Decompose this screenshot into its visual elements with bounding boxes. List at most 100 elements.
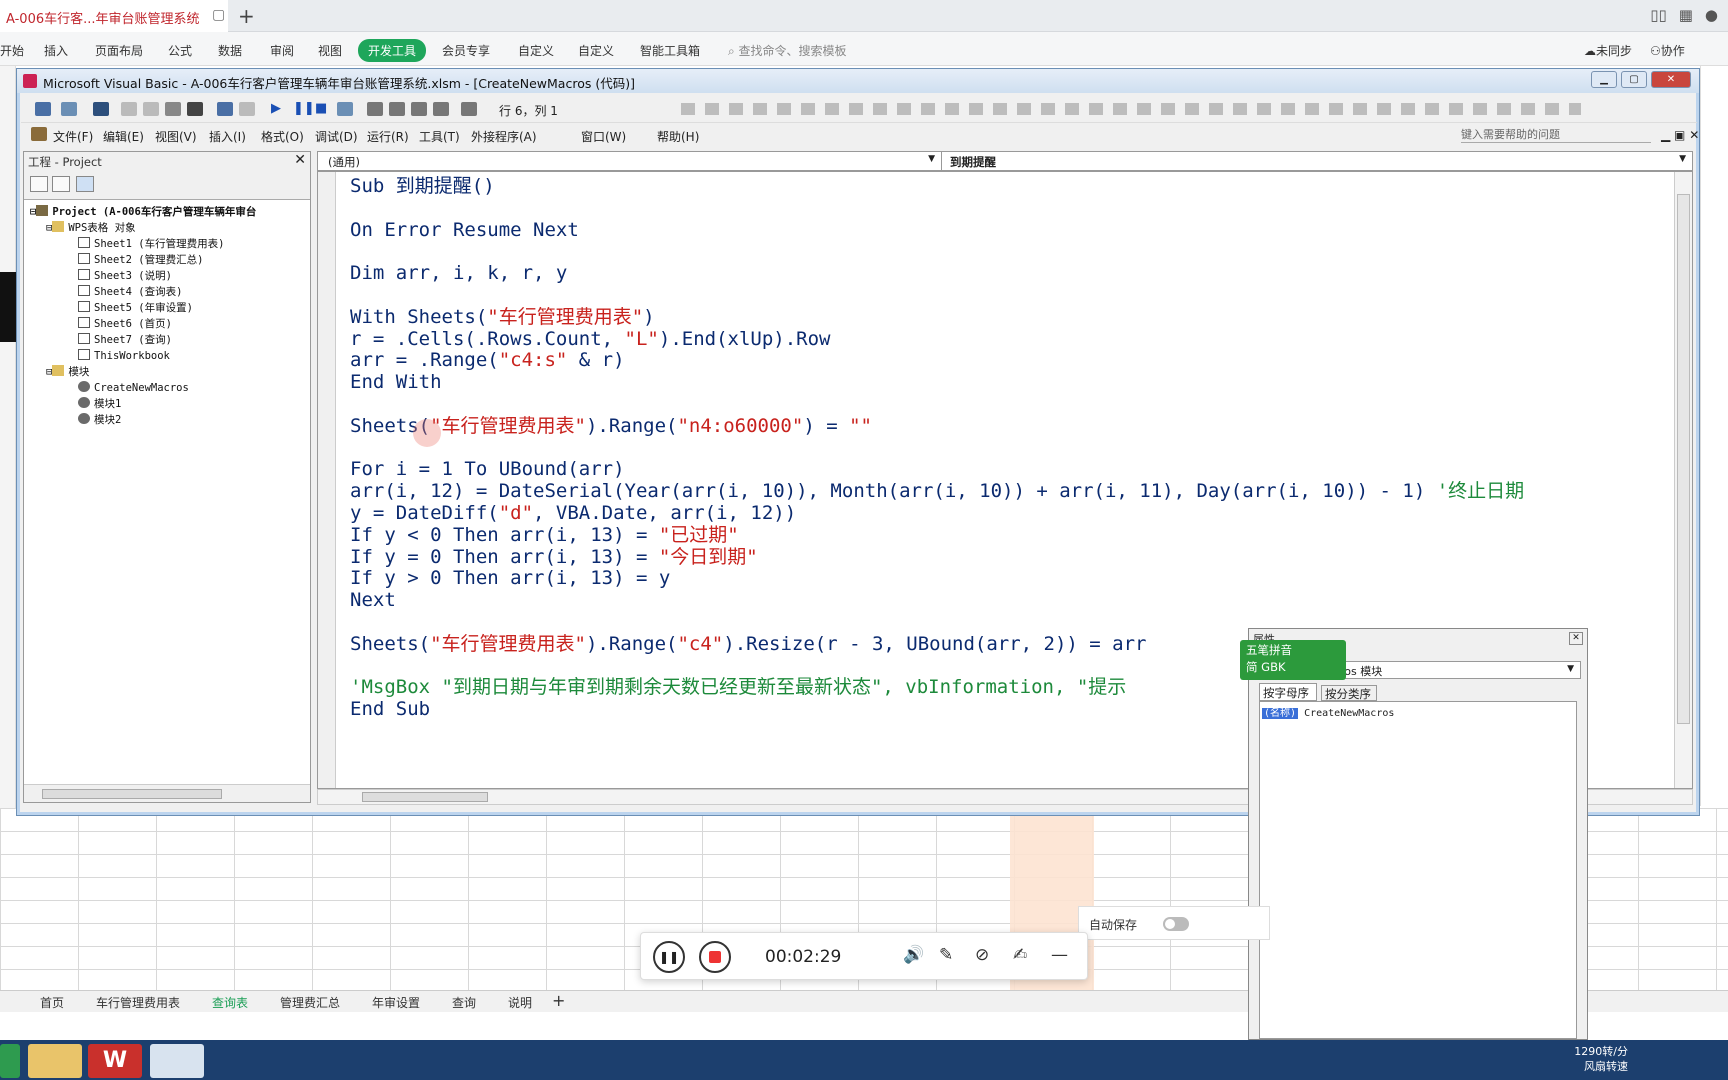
menu-debug[interactable]: 调试(D) <box>315 128 358 145</box>
ribbon-tab-smart-tools[interactable]: 智能工具箱 <box>640 42 700 59</box>
menu-view[interactable]: 视图(V) <box>155 128 197 145</box>
file-explorer-icon[interactable] <box>28 1044 82 1078</box>
autosave-toggle[interactable] <box>1163 917 1189 931</box>
menu-edit[interactable]: 编辑(E) <box>103 128 144 145</box>
procedure-combo[interactable]: 到期提醒 ▼ <box>944 152 1692 170</box>
ribbon-tab-start[interactable]: 开始 <box>0 42 24 59</box>
grid-icon[interactable]: ▦ <box>1679 6 1693 24</box>
insert-module-icon[interactable] <box>61 102 77 116</box>
help-question-input[interactable]: 键入需要帮助的问题 <box>1461 126 1651 143</box>
avatar[interactable]: ● <box>1705 6 1718 24</box>
tree-item-sheet6[interactable]: Sheet6 (首页) <box>30 316 256 332</box>
close-tab-icon[interactable]: ▢ <box>212 7 225 23</box>
ribbon-tab-layout[interactable]: 页面布局 <box>95 42 143 59</box>
ribbon-tab-custom2[interactable]: 自定义 <box>578 42 614 59</box>
code-line[interactable]: On Error Resume Next <box>350 219 1524 242</box>
ribbon-tab-custom1[interactable]: 自定义 <box>518 42 554 59</box>
ribbon-tab-developer[interactable]: 开发工具 <box>358 39 427 62</box>
menu-format[interactable]: 格式(O) <box>261 128 304 145</box>
ime-toolbar[interactable]: 五笔拼音 简 GBK <box>1240 640 1346 680</box>
stop-record-icon[interactable] <box>699 941 731 973</box>
property-row-name[interactable]: (名称) CreateNewMacros <box>1262 704 1394 719</box>
wps-icon[interactable]: W <box>88 1044 142 1078</box>
pause-icon[interactable]: ❚❚ <box>293 101 315 116</box>
properties-close-icon[interactable]: ✕ <box>1569 632 1583 645</box>
code-line[interactable]: arr(i, 12) = DateSerial(Year(arr(i, 10))… <box>350 480 1524 503</box>
sheet-tab-query-table[interactable]: 查询表 <box>212 994 248 1011</box>
tree-item-createnewmacros[interactable]: CreateNewMacros <box>30 380 256 396</box>
save-icon[interactable] <box>93 102 109 116</box>
edit-toolbar-icons[interactable] <box>681 97 1581 121</box>
code-line[interactable] <box>350 198 1524 220</box>
code-line[interactable]: Next <box>350 589 1524 612</box>
project-close-icon[interactable]: ✕ <box>294 152 306 168</box>
layout-icon[interactable]: ▯▯ <box>1650 6 1667 24</box>
code-line[interactable]: Dim arr, i, k, r, y <box>350 262 1524 285</box>
code-line[interactable] <box>350 241 1524 263</box>
ribbon-tab-formula[interactable]: 公式 <box>168 42 192 59</box>
code-line[interactable]: Sub 到期提醒() <box>350 175 1524 198</box>
code-line[interactable]: If y < 0 Then arr(i, 13) = "已过期" <box>350 524 1524 547</box>
view-object-icon[interactable] <box>52 176 70 192</box>
project-scroll-thumb[interactable] <box>42 789 222 799</box>
code-line[interactable] <box>350 285 1524 307</box>
code-line[interactable]: r = .Cells(.Rows.Count, "L").End(xlUp).R… <box>350 328 1524 351</box>
run-icon[interactable]: ▶ <box>271 101 281 116</box>
sync-status[interactable]: ☁未同步 <box>1584 42 1632 59</box>
sheet-tab-fees[interactable]: 车行管理费用表 <box>96 994 180 1011</box>
sheet-tab-fee-summary[interactable]: 管理费汇总 <box>280 994 340 1011</box>
code-line[interactable] <box>350 394 1524 416</box>
sheet-tab-annual-settings[interactable]: 年审设置 <box>372 994 420 1011</box>
menu-help[interactable]: 帮助(H) <box>657 128 699 145</box>
code-line[interactable]: arr = .Range("c4:s" & r) <box>350 349 1524 372</box>
properties-icon[interactable] <box>389 102 405 116</box>
ribbon-tab-view[interactable]: 视图 <box>318 42 342 59</box>
mdi-minimize-icon[interactable]: ▁ ▣ ✕ <box>1661 128 1699 142</box>
new-tab-button[interactable]: + <box>238 4 255 28</box>
maximize-button[interactable]: ▢ <box>1621 71 1647 88</box>
code-line[interactable]: If y > 0 Then arr(i, 13) = y <box>350 567 1524 590</box>
code-vscroll-thumb[interactable] <box>1677 194 1690 724</box>
vba-editor-icon[interactable] <box>150 1044 204 1078</box>
project-hscrollbar[interactable] <box>24 784 310 802</box>
project-explorer-icon[interactable] <box>367 102 383 116</box>
cut-icon[interactable] <box>121 102 137 116</box>
view-excel-icon[interactable] <box>35 102 51 116</box>
pen-icon[interactable]: ✍ <box>1013 945 1027 965</box>
tree-item-sheet5[interactable]: Sheet5 (年审设置) <box>30 300 256 316</box>
copy-icon[interactable] <box>143 102 159 116</box>
toggle-folders-icon[interactable] <box>76 176 94 192</box>
pause-icon[interactable]: ❚❚ <box>653 941 685 973</box>
tab-categorized[interactable]: 按分类序 <box>1321 685 1377 701</box>
code-line[interactable]: y = DateDiff("d", VBA.Date, arr(i, 12)) <box>350 502 1524 525</box>
tree-item-sheet7[interactable]: Sheet7 (查询) <box>30 332 256 348</box>
close-button[interactable]: ✕ <box>1651 71 1691 88</box>
tree-item-sheet1[interactable]: Sheet1 (车行管理费用表) <box>30 236 256 252</box>
design-mode-icon[interactable] <box>337 102 353 116</box>
sheet-tab-notes[interactable]: 说明 <box>508 994 532 1011</box>
menu-file[interactable]: 文件(F) <box>53 128 93 145</box>
ribbon-tab-review[interactable]: 审阅 <box>270 42 294 59</box>
command-search[interactable]: ⌕ 查找命令、搜索模板 <box>728 42 847 59</box>
menu-insert[interactable]: 插入(I) <box>209 128 246 145</box>
undo-icon[interactable] <box>217 102 233 116</box>
sheet-tab-query[interactable]: 查询 <box>452 994 476 1011</box>
code-line[interactable]: If y = 0 Then arr(i, 13) = "今日到期" <box>350 546 1524 569</box>
help-icon[interactable] <box>461 102 477 116</box>
code-line[interactable]: For i = 1 To UBound(arr) <box>350 458 1524 481</box>
menu-tools[interactable]: 工具(T) <box>419 128 460 145</box>
object-browser-icon[interactable] <box>411 102 427 116</box>
add-sheet-button[interactable]: + <box>552 991 565 1010</box>
menu-run[interactable]: 运行(R) <box>367 128 409 145</box>
code-margin[interactable] <box>318 172 336 788</box>
minimize-icon[interactable]: — <box>1051 945 1068 965</box>
tree-item-thisworkbook[interactable]: ThisWorkbook <box>30 348 256 364</box>
ribbon-tab-insert[interactable]: 插入 <box>44 42 68 59</box>
code-line[interactable] <box>350 438 1524 460</box>
ribbon-tab-data[interactable]: 数据 <box>218 42 242 59</box>
view-code-icon[interactable] <box>30 176 48 192</box>
redo-icon[interactable] <box>239 102 255 116</box>
tree-folder-objects[interactable]: ⊟ WPS表格 对象 <box>30 220 256 236</box>
tree-item-module1[interactable]: 模块1 <box>30 396 256 412</box>
mic-icon[interactable]: ✎ <box>939 945 953 965</box>
